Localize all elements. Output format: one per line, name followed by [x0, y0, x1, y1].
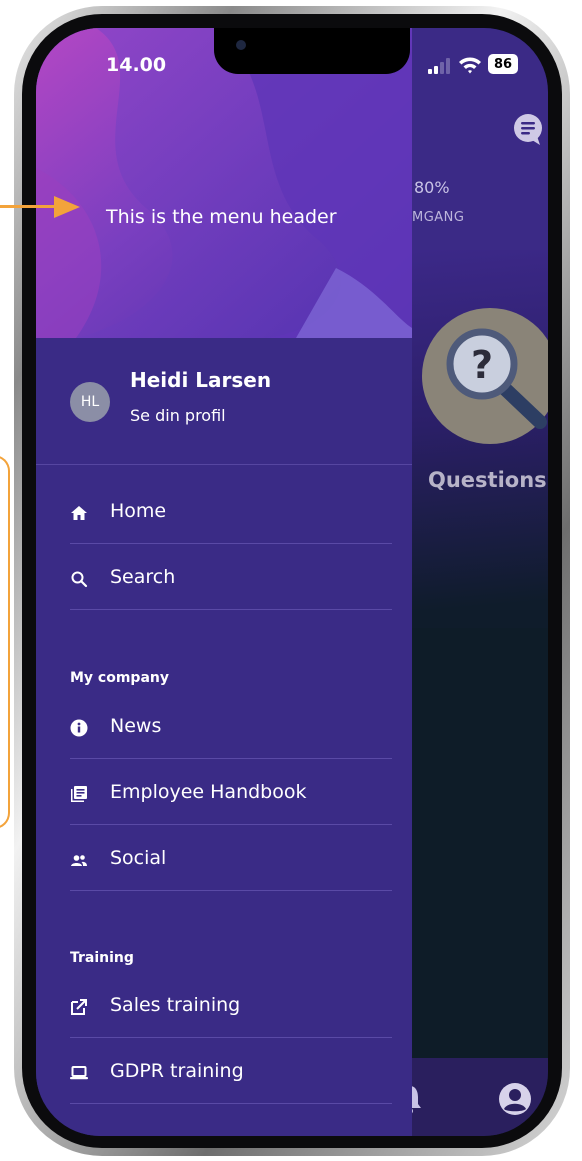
- search-icon: [71, 571, 88, 588]
- menu-header-title: This is the menu header: [106, 206, 337, 228]
- menu-item-label: Sales training: [110, 994, 241, 1016]
- profile-link[interactable]: Se din profil: [130, 406, 226, 425]
- section-title-training: Training: [70, 950, 134, 966]
- item-divider: [70, 758, 392, 759]
- wifi-icon: [459, 57, 481, 74]
- profile-divider: [36, 464, 412, 465]
- menu-item-label: Social: [110, 847, 167, 869]
- magnifier-question-icon: ?: [446, 328, 547, 429]
- home-icon: [71, 506, 87, 520]
- profile-row[interactable]: HL Heidi Larsen Se din profil: [36, 338, 412, 466]
- profile-icon[interactable]: [498, 1082, 532, 1116]
- svg-text:?: ?: [471, 343, 493, 387]
- item-divider: [70, 824, 392, 825]
- annotation-arrow-line: [0, 205, 54, 208]
- menu-item-social[interactable]: Social: [70, 827, 392, 891]
- signal-icon: [428, 58, 450, 74]
- annotation-bracket: [0, 455, 10, 829]
- drawer-header-background: [36, 28, 412, 338]
- menu-item-news[interactable]: News: [70, 695, 392, 759]
- item-divider: [70, 1103, 392, 1104]
- front-camera: [236, 40, 246, 50]
- menu-item-label: Home: [110, 500, 167, 522]
- battery-indicator: 86: [488, 54, 518, 74]
- menu-item-home[interactable]: Home: [70, 480, 392, 544]
- item-divider: [70, 1037, 392, 1038]
- item-divider: [70, 609, 392, 610]
- book-icon: [71, 786, 87, 802]
- item-divider: [70, 890, 392, 891]
- menu-item-label: News: [110, 715, 162, 737]
- menu-item-employee-handbook[interactable]: Employee Handbook: [70, 761, 392, 825]
- questions-label[interactable]: Questions: [428, 468, 547, 492]
- laptop-icon: [70, 1066, 88, 1080]
- profile-name: Heidi Larsen: [130, 368, 272, 392]
- menu-item-label: GDPR training: [110, 1060, 244, 1082]
- menu-item-search[interactable]: Search: [70, 546, 392, 610]
- chat-icon[interactable]: [510, 112, 546, 148]
- section-title-my-company: My company: [70, 670, 169, 686]
- people-icon: [71, 855, 87, 866]
- external-link-icon: [71, 999, 87, 1015]
- phone-screen: 80% MGANG ? Questions This is the menu h…: [36, 28, 548, 1136]
- phone-notch: [214, 28, 410, 74]
- avatar: HL: [70, 382, 110, 422]
- menu-item-gdpr-training[interactable]: GDPR training: [70, 1040, 392, 1104]
- item-divider: [70, 543, 392, 544]
- annotation-arrow-head: [54, 196, 80, 218]
- menu-item-label: Employee Handbook: [110, 781, 307, 803]
- menu-item-label: Search: [110, 566, 176, 588]
- progress-percent: 80%: [414, 178, 450, 197]
- navigation-drawer: This is the menu header HL Heidi Larsen …: [36, 28, 412, 1136]
- progress-label: MGANG: [412, 210, 465, 225]
- status-time: 14.00: [106, 54, 167, 76]
- info-icon: [70, 719, 88, 737]
- menu-item-sales-training[interactable]: Sales training: [70, 974, 392, 1038]
